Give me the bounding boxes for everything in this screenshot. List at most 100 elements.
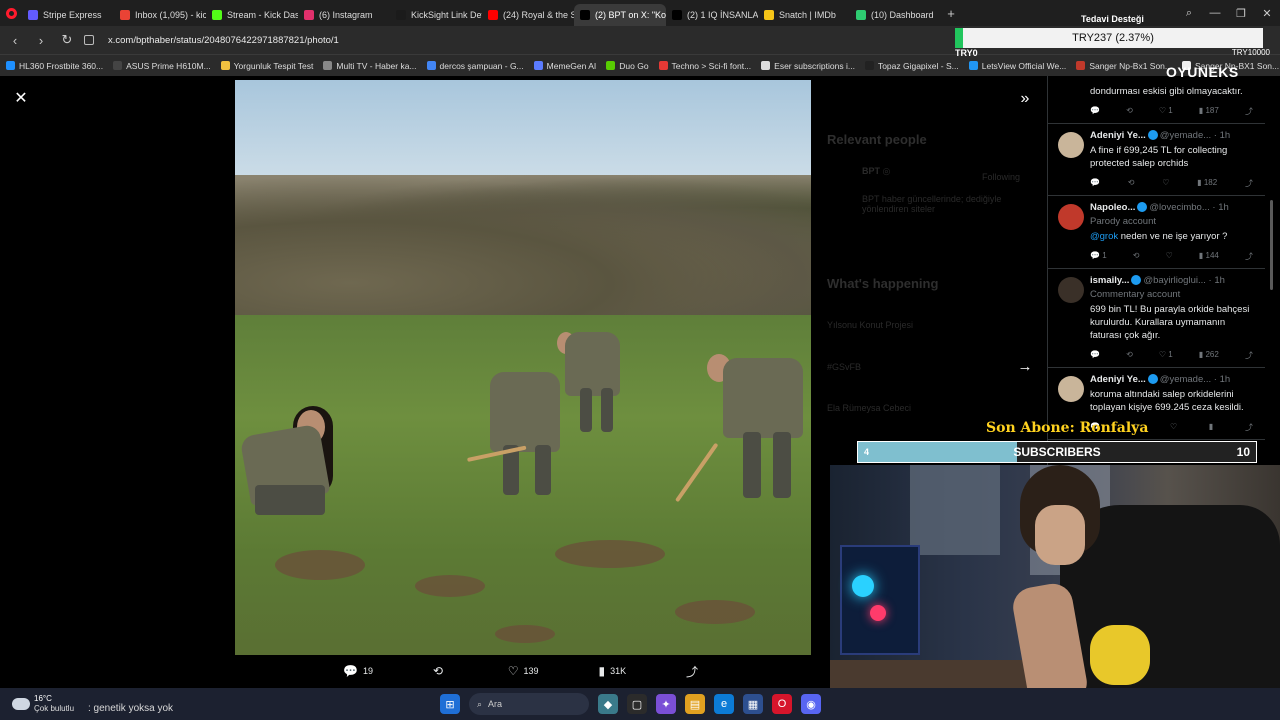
- trend-item[interactable]: #GSvFB: [827, 362, 861, 372]
- browser-tab[interactable]: Inbox (1,095) - kicktaskin: [114, 4, 206, 26]
- file-explorer-icon[interactable]: ▤: [685, 694, 705, 714]
- reply-author-handle[interactable]: @lovecimbo...: [1149, 202, 1209, 213]
- mention-link[interactable]: @grok: [1090, 231, 1118, 242]
- relevant-account-name[interactable]: BPT ◎: [862, 166, 890, 177]
- trend-item[interactable]: Ela Rümeysa Cebeci: [827, 403, 911, 413]
- reply-button[interactable]: 💬: [1090, 106, 1100, 117]
- like-button[interactable]: ♡ 139: [508, 664, 539, 678]
- reply-time[interactable]: 1h: [1214, 275, 1225, 286]
- search-tabs-icon[interactable]: ⌕: [1176, 7, 1202, 20]
- reply-button[interactable]: 💬: [1090, 178, 1100, 189]
- task-view-icon[interactable]: ▢: [627, 694, 647, 714]
- opera-icon[interactable]: [0, 0, 22, 26]
- browser-tab[interactable]: KickSight Link Detector: [390, 4, 482, 26]
- copilot-icon[interactable]: ✦: [656, 694, 676, 714]
- windows-start-icon[interactable]: ⊞: [440, 694, 460, 714]
- bookmark-item[interactable]: Multi TV - Haber ka...: [323, 61, 417, 71]
- repost-button[interactable]: ⟲: [1133, 251, 1140, 262]
- share-icon[interactable]: ⤴: [1245, 422, 1253, 433]
- reply-author-handle[interactable]: @yemade...: [1160, 374, 1211, 385]
- site-info-icon[interactable]: [84, 35, 94, 45]
- reply-button[interactable]: 💬 19: [343, 664, 373, 678]
- bookmark-item[interactable]: Techno > Sci-fi font...: [658, 61, 751, 71]
- repost-button[interactable]: ⟲: [1126, 350, 1133, 361]
- weather-widget[interactable]: 16°C Çok bulutlu: [8, 692, 98, 716]
- tweet-photo[interactable]: [235, 80, 811, 655]
- reload-icon[interactable]: ↻: [58, 32, 76, 48]
- like-button[interactable]: ♡: [1170, 422, 1177, 433]
- url-field[interactable]: x.com/bpthaber/status/204807642297188782…: [108, 35, 339, 46]
- discord-icon[interactable]: ◉: [801, 694, 821, 714]
- bookmark-item[interactable]: dercos şampuan - G...: [426, 61, 524, 71]
- views-button[interactable]: ▮ 187: [1199, 106, 1219, 117]
- reply-time[interactable]: 1h: [1220, 374, 1231, 385]
- reply-author-handle[interactable]: @yemade...: [1160, 130, 1211, 141]
- edge-icon[interactable]: e: [714, 694, 734, 714]
- browser-tab[interactable]: (2) BPT on X: "Kocaeli'de: [574, 4, 666, 26]
- close-icon[interactable]: ✕: [12, 90, 30, 108]
- reply-author-name[interactable]: ismaily...: [1090, 275, 1129, 286]
- views-button[interactable]: ▮ 182: [1197, 178, 1217, 189]
- browser-tab[interactable]: (10) Dashboard: [850, 4, 942, 26]
- browser-tab[interactable]: (6) Instagram: [298, 4, 390, 26]
- share-icon[interactable]: ⤴: [1245, 251, 1253, 262]
- reply-item[interactable]: dondurması eskisi gibi olmayacaktır. 💬 ⟲ …: [1048, 76, 1265, 124]
- bookmark-item[interactable]: MemeGen AI: [533, 61, 596, 71]
- avatar[interactable]: [1058, 204, 1084, 230]
- bookmark-item[interactable]: LetsView Official We...: [968, 61, 1066, 71]
- bookmark-item[interactable]: Yorgunluk Tespit Test: [220, 61, 313, 71]
- repost-button[interactable]: ⟲: [1128, 178, 1135, 189]
- following-button[interactable]: Following: [982, 172, 1020, 182]
- reply-author-name[interactable]: Napoleo...: [1090, 202, 1135, 213]
- share-icon[interactable]: ⤴: [1245, 106, 1253, 117]
- store-icon[interactable]: ▦: [743, 694, 763, 714]
- reply-author-name[interactable]: Adeniyi Ye...: [1090, 374, 1146, 385]
- reply-author-handle[interactable]: @bayirlioglui...: [1143, 275, 1205, 286]
- views-button[interactable]: ▮ 144: [1199, 251, 1219, 262]
- reply-time[interactable]: 1h: [1220, 130, 1231, 141]
- bookmark-item[interactable]: HL360 Frostbite 360...: [6, 61, 103, 71]
- reply-button[interactable]: 💬 1: [1090, 251, 1107, 262]
- browser-tab[interactable]: (24) Royal & the Serpent: [482, 4, 574, 26]
- scrollbar-thumb[interactable]: [1270, 200, 1273, 290]
- like-button[interactable]: ♡: [1162, 178, 1169, 189]
- forward-icon[interactable]: ›: [32, 33, 50, 48]
- minimize-icon[interactable]: —: [1202, 7, 1228, 19]
- reply-item[interactable]: Napoleo... @lovecimbo... · 1h Parody accou…: [1048, 196, 1265, 269]
- reply-item[interactable]: ismaily... @bayirlioglui... · 1h Commentar…: [1048, 269, 1265, 368]
- share-button[interactable]: ⤴: [686, 663, 703, 680]
- reply-item[interactable]: Adeniyi Ye... @yemade... · 1h A fine if 69…: [1048, 124, 1265, 196]
- bookmark-item[interactable]: ASUS Prime H610M...: [113, 61, 211, 71]
- browser-tab[interactable]: Stream - Kick Dashboard: [206, 4, 298, 26]
- bookmark-item[interactable]: Topaz Gigapixel - S...: [864, 61, 959, 71]
- close-window-icon[interactable]: ✕: [1254, 7, 1280, 20]
- widget-icon[interactable]: ◆: [598, 694, 618, 714]
- views-button[interactable]: ▮ 262: [1199, 350, 1219, 361]
- bookmark-item[interactable]: Sanger Np-Bx1 Son...: [1076, 61, 1172, 71]
- like-button[interactable]: ♡: [1166, 251, 1173, 262]
- avatar[interactable]: [1058, 132, 1084, 158]
- browser-tab[interactable]: Snatch | IMDb: [758, 4, 850, 26]
- like-button[interactable]: ♡ 1: [1159, 106, 1173, 117]
- repost-button[interactable]: ⟲: [433, 664, 448, 678]
- new-tab-button[interactable]: +: [942, 6, 960, 21]
- share-icon[interactable]: ⤴: [1245, 350, 1253, 361]
- views-button[interactable]: ▮ 31K: [598, 664, 626, 678]
- browser-tab[interactable]: (2) 1 IQ İNSANLAR (@1i: [666, 4, 758, 26]
- avatar[interactable]: [1058, 277, 1084, 303]
- repost-button[interactable]: ⟲: [1126, 106, 1133, 117]
- reply-author-name[interactable]: Adeniyi Ye...: [1090, 130, 1146, 141]
- browser-tab[interactable]: Stripe Express: [22, 4, 114, 26]
- like-button[interactable]: ♡ 1: [1159, 350, 1173, 361]
- views-button[interactable]: ▮: [1209, 422, 1213, 433]
- trend-item[interactable]: Yılsonu Konut Projesi: [827, 320, 913, 330]
- taskbar-search[interactable]: ⌕ Ara: [469, 693, 589, 715]
- maximize-icon[interactable]: ❐: [1228, 7, 1254, 20]
- reply-button[interactable]: 💬: [1090, 350, 1100, 361]
- bookmark-item[interactable]: Eser subscriptions i...: [761, 61, 855, 71]
- reply-time[interactable]: 1h: [1218, 202, 1229, 213]
- opera-taskbar-icon[interactable]: O: [772, 694, 792, 714]
- avatar[interactable]: [1058, 376, 1084, 402]
- share-icon[interactable]: ⤴: [1245, 178, 1253, 189]
- back-icon[interactable]: ‹: [6, 33, 24, 48]
